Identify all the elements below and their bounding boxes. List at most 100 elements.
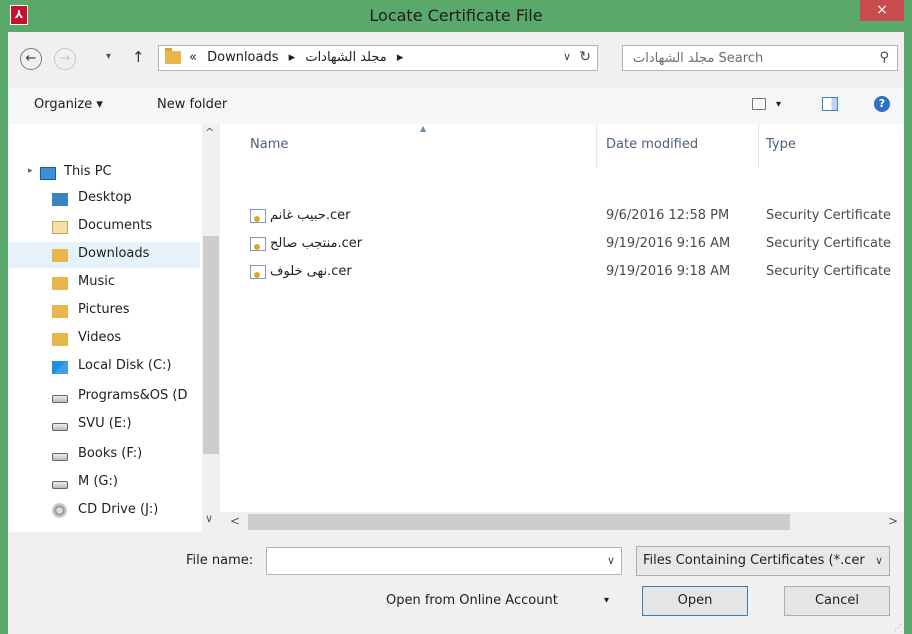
file-type: Security Certificate (766, 236, 892, 251)
column-divider[interactable] (596, 124, 597, 168)
file-type-filter[interactable]: Files Containing Certificates (*.cer;*.c… (636, 546, 890, 576)
address-dropdown[interactable]: ∨ (563, 50, 571, 63)
search-icon[interactable]: ⚲ (879, 50, 889, 65)
scroll-down-icon[interactable]: ∨ (205, 512, 213, 525)
file-row[interactable]: نهى خلوف.cer 9/19/2016 9:18 AM Security … (220, 260, 904, 286)
view-options-icon[interactable] (752, 98, 766, 110)
breadcrumb-overflow[interactable]: « (189, 50, 197, 65)
desktop-icon (52, 193, 68, 206)
title-bar[interactable]: ⅄ Locate Certificate File × (0, 0, 912, 32)
scroll-right-icon[interactable]: > (888, 514, 898, 528)
downloads-icon (52, 249, 68, 262)
nav-item-svu-e[interactable]: SVU (E:) (8, 412, 200, 438)
command-bar: Organize ▾ New folder ▾ ? (8, 88, 904, 124)
videos-icon (52, 333, 68, 346)
file-name-input[interactable]: ∨ (266, 547, 622, 575)
nav-item-pictures[interactable]: Pictures (8, 298, 200, 324)
file-type: Security Certificate (766, 264, 892, 279)
certificate-icon (250, 265, 266, 279)
nav-item-label: Pictures (78, 302, 130, 317)
file-type: Security Certificate (766, 208, 892, 223)
address-bar[interactable]: « Downloads ▸ مجلد الشهادات ▸ ∨ ↻ (158, 45, 598, 71)
cd-drive-icon (52, 503, 67, 518)
search-input[interactable]: مجلد الشهادات Search ⚲ (622, 45, 898, 71)
drive-icon (52, 423, 68, 431)
nav-scrollbar-thumb[interactable] (203, 236, 219, 454)
nav-item-m-g[interactable]: M (G:) (8, 470, 200, 496)
nav-item-label: This PC (64, 164, 112, 179)
horizontal-scrollbar[interactable]: < > (220, 512, 904, 532)
back-button[interactable]: ← (20, 48, 42, 70)
chevron-down-icon[interactable]: ∨ (875, 554, 883, 567)
column-header-name[interactable]: Name (250, 137, 288, 152)
nav-item-cd-drive-j[interactable]: CD Drive (J:) (8, 498, 200, 524)
scroll-left-icon[interactable]: < (230, 514, 240, 528)
online-account-dropdown[interactable]: ▾ (604, 595, 609, 606)
breadcrumb-separator[interactable]: ▸ (289, 50, 296, 65)
nav-item-label: Programs&OS (D (78, 388, 188, 403)
file-name-label: File name: (186, 553, 254, 568)
close-button[interactable]: × (860, 0, 904, 21)
nav-item-label: M (G:) (78, 474, 118, 489)
file-row[interactable]: حبيب غانم.cer 9/6/2016 12:58 PM Security… (220, 204, 904, 230)
search-placeholder: مجلد الشهادات Search (633, 51, 764, 66)
file-name-dropdown[interactable]: ∨ (607, 554, 615, 567)
nav-item-videos[interactable]: Videos (8, 326, 200, 352)
file-type-filter-value: Files Containing Certificates (*.cer;*.c… (643, 553, 865, 568)
nav-item-music[interactable]: Music (8, 270, 200, 296)
certificate-icon (250, 209, 266, 223)
open-button[interactable]: Open (642, 586, 748, 616)
recent-locations-dropdown[interactable]: ▾ (106, 51, 111, 62)
nav-item-local-disk-c[interactable]: Local Disk (C:) (8, 354, 200, 380)
folder-icon (165, 48, 181, 64)
file-name: نهى خلوف.cer (270, 264, 352, 279)
pictures-icon (52, 305, 68, 318)
music-icon (52, 277, 68, 290)
expand-chevron-icon[interactable]: ▸ (28, 166, 33, 176)
open-from-online-account-button[interactable]: Open from Online Account (386, 593, 558, 608)
file-name: منتجب صالح.cer (270, 236, 363, 251)
windows-drive-icon (52, 361, 68, 374)
up-button[interactable]: ↑ (132, 48, 145, 66)
dialog-body: ← → ▾ ↑ « Downloads ▸ مجلد الشهادات ▸ ∨ … (8, 32, 904, 634)
file-list: ▲ Name Date modified Type حبيب غانم.cer … (220, 124, 904, 532)
organize-button[interactable]: Organize ▾ (34, 97, 103, 112)
cancel-button[interactable]: Cancel (784, 586, 890, 616)
file-name: حبيب غانم.cer (270, 208, 351, 223)
nav-scrollbar[interactable]: ^ ∨ (202, 124, 220, 532)
nav-item-label: Local Disk (C:) (78, 358, 172, 373)
dialog-window: ⅄ Locate Certificate File × ← → ▾ ↑ « Do… (0, 0, 912, 634)
nav-item-downloads[interactable]: Downloads (8, 242, 200, 268)
breadcrumb-certificates-folder[interactable]: مجلد الشهادات (305, 50, 386, 65)
dialog-footer: File name: ∨ Files Containing Certificat… (8, 532, 904, 634)
nav-item-this-pc[interactable]: ▸ This PC (8, 160, 200, 186)
nav-item-desktop[interactable]: Desktop (8, 186, 200, 212)
column-header-type[interactable]: Type (766, 137, 796, 152)
column-divider[interactable] (758, 124, 759, 168)
view-dropdown[interactable]: ▾ (776, 99, 781, 110)
nav-item-label: CD Drive (J:) (78, 502, 159, 517)
navigation-pane: ▸ This PC Desktop Documents Downloads Mu… (8, 124, 220, 532)
breadcrumb-separator[interactable]: ▸ (397, 50, 404, 65)
nav-item-books-f[interactable]: Books (F:) (8, 442, 200, 468)
nav-item-label: Books (F:) (78, 446, 143, 461)
drive-icon (52, 481, 68, 489)
breadcrumb-downloads[interactable]: Downloads (207, 50, 278, 65)
help-icon[interactable]: ? (874, 96, 890, 112)
nav-item-documents[interactable]: Documents (8, 214, 200, 240)
column-header-date[interactable]: Date modified (606, 137, 698, 152)
nav-item-label: Videos (78, 330, 122, 345)
refresh-icon[interactable]: ↻ (579, 49, 591, 65)
computer-icon (40, 167, 56, 180)
preview-pane-icon[interactable] (822, 97, 838, 111)
scroll-up-icon[interactable]: ^ (205, 126, 214, 139)
horizontal-scrollbar-thumb[interactable] (248, 514, 790, 530)
drive-icon (52, 453, 68, 461)
new-folder-button[interactable]: New folder (157, 97, 227, 112)
nav-item-programs-os-d[interactable]: Programs&OS (D (8, 384, 200, 410)
nav-item-label: Desktop (78, 190, 132, 205)
forward-button[interactable]: → (54, 48, 76, 70)
file-row[interactable]: منتجب صالح.cer 9/19/2016 9:16 AM Securit… (220, 232, 904, 258)
nav-item-label: Downloads (78, 246, 150, 261)
resize-grip-icon[interactable]: ⋰ (894, 623, 902, 632)
